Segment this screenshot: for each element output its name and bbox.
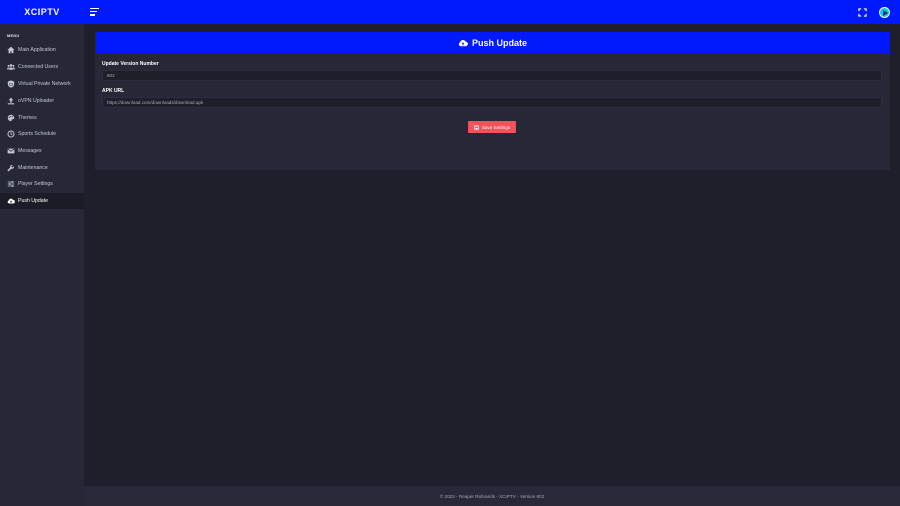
sidebar-item-label: Connected Users xyxy=(18,64,59,70)
vpn-icon xyxy=(6,80,15,89)
sidebar-heading: MENU xyxy=(7,34,20,38)
sidebar-item-sports-schedule[interactable]: Sports Schedule xyxy=(0,126,84,142)
app-title: XCIPTV xyxy=(24,7,60,17)
sidebar-item-player-settings[interactable]: Player Settings xyxy=(0,176,84,192)
sidebar-item-label: Push Update xyxy=(18,198,48,204)
sliders-icon xyxy=(6,180,15,189)
sidebar-item-messages[interactable]: Messages xyxy=(0,143,84,159)
footer-text: © 2023 - Reaper Rebrands - XCIPTV - Vers… xyxy=(439,493,545,499)
sidebar-item-label: Sports Schedule xyxy=(18,131,57,137)
sidebar-item-connected-users[interactable]: Connected Users xyxy=(0,59,84,75)
sidebar-item-label: Player Settings xyxy=(18,181,53,187)
card-title: Push Update xyxy=(471,37,527,48)
save-settings-label: Save Settings xyxy=(481,124,511,130)
apk-url-input[interactable]: https://download.com/downloads/download.… xyxy=(102,97,882,108)
home-icon xyxy=(6,46,15,55)
sidebar-item-maintenance[interactable]: Maintenance xyxy=(0,160,84,176)
footer: © 2023 - Reaper Rebrands - XCIPTV - Vers… xyxy=(84,486,900,506)
sidebar-item-virtual-private-network[interactable]: Virtual Private Network xyxy=(0,76,84,92)
sidebar-item-label: Main Application xyxy=(18,47,56,53)
card-header: Push Update xyxy=(95,32,890,53)
palette-icon xyxy=(6,114,15,123)
sidebar-item-ovpn-uploader[interactable]: oVPN Uploader xyxy=(0,93,84,109)
profile-avatar-icon[interactable] xyxy=(879,7,890,18)
envelope-icon xyxy=(6,147,15,156)
sidebar-item-label: Virtual Private Network xyxy=(18,81,71,87)
fullscreen-icon[interactable] xyxy=(858,8,867,17)
push-update-card: Push Update Update Version Number 602 AP… xyxy=(95,32,890,170)
sidebar: MENU Main Application Connected Users Vi… xyxy=(0,24,84,506)
upload-icon xyxy=(6,97,15,106)
sidebar-item-label: Messages xyxy=(18,148,42,154)
save-icon xyxy=(474,124,479,130)
version-label: Update Version Number xyxy=(102,61,159,67)
apk-url-label: APK URL xyxy=(102,88,125,94)
hamburger-icon[interactable] xyxy=(90,8,100,16)
top-navbar: XCIPTV xyxy=(0,0,900,24)
sidebar-item-themes[interactable]: Themes xyxy=(0,110,84,126)
wrench-icon xyxy=(6,164,15,173)
sidebar-item-label: oVPN Uploader xyxy=(18,98,55,104)
sidebar-item-push-update[interactable]: Push Update xyxy=(0,193,84,209)
cloud-upload-icon xyxy=(458,39,468,46)
sidebar-item-label: Themes xyxy=(18,115,37,121)
sidebar-item-label: Maintenance xyxy=(18,165,48,171)
clock-icon xyxy=(6,130,15,139)
sidebar-item-main-application[interactable]: Main Application xyxy=(0,42,84,58)
save-settings-button[interactable]: Save Settings xyxy=(468,121,516,133)
version-number-input[interactable]: 602 xyxy=(102,70,882,81)
app-logo[interactable]: XCIPTV xyxy=(0,0,84,24)
main-content: Push Update Update Version Number 602 AP… xyxy=(84,24,900,486)
cloud-upload-icon xyxy=(6,197,15,206)
users-icon xyxy=(6,63,15,72)
